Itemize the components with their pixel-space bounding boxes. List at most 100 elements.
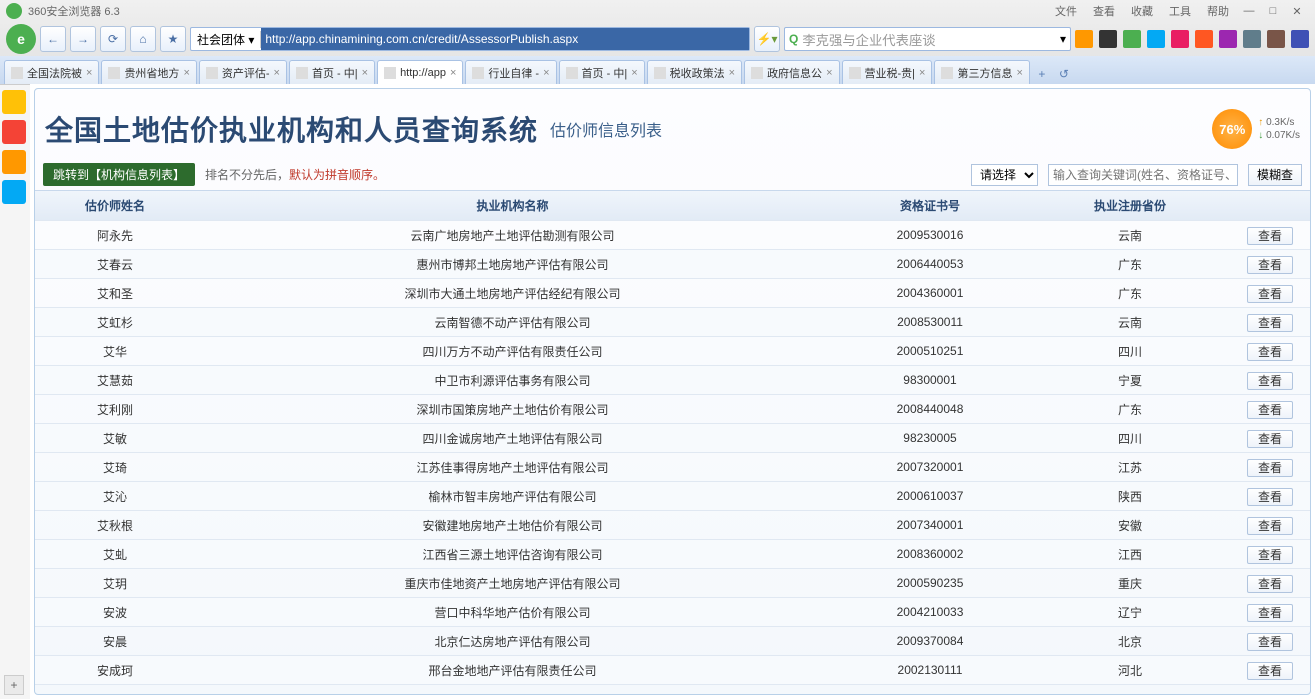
- tab-close-icon[interactable]: ×: [543, 67, 549, 79]
- col-header-name: 估价师姓名: [35, 197, 195, 214]
- search-mic-icon[interactable]: ▾: [1060, 32, 1066, 46]
- view-button[interactable]: 查看: [1247, 227, 1293, 245]
- view-button[interactable]: 查看: [1247, 546, 1293, 564]
- url-input[interactable]: [261, 28, 749, 50]
- tab-close-icon[interactable]: ×: [1016, 67, 1022, 79]
- view-button[interactable]: 查看: [1247, 488, 1293, 506]
- menu-收藏[interactable]: 收藏: [1131, 6, 1153, 18]
- extension-icon-5[interactable]: [1195, 30, 1213, 48]
- window-close-button[interactable]: ✕: [1285, 5, 1309, 18]
- table-header-row: 估价师姓名 执业机构名称 资格证书号 执业注册省份: [35, 191, 1310, 221]
- browser-tab-5[interactable]: 行业自律 -×: [465, 60, 556, 84]
- cell-prov: 宁夏: [1030, 372, 1230, 389]
- tab-close-icon[interactable]: ×: [729, 67, 735, 79]
- cell-org: 云南广地房地产土地评估勘测有限公司: [195, 227, 830, 244]
- browser-tab-7[interactable]: 税收政策法×: [647, 60, 742, 84]
- dock-item-3[interactable]: [2, 180, 26, 204]
- browser-search-input[interactable]: [802, 32, 1060, 47]
- url-go-button[interactable]: ⚡▾: [754, 26, 780, 52]
- cell-cert: 2006440053: [830, 257, 1030, 271]
- new-tab-button[interactable]: +: [1032, 64, 1052, 84]
- cell-org: 中卫市利源评估事务有限公司: [195, 372, 830, 389]
- table-row: 艾春云惠州市博邦土地房地产评估有限公司2006440053广东查看: [35, 250, 1310, 279]
- extension-icon-6[interactable]: [1219, 30, 1237, 48]
- tab-close-icon[interactable]: ×: [274, 67, 280, 79]
- filter-select[interactable]: 请选择: [971, 164, 1038, 186]
- nav-back-button[interactable]: ←: [40, 26, 66, 52]
- browser-tab-6[interactable]: 首页 - 中|×: [559, 60, 645, 84]
- nav-home-button[interactable]: ⌂: [130, 26, 156, 52]
- view-button[interactable]: 查看: [1247, 285, 1293, 303]
- dock-item-0[interactable]: [2, 90, 26, 114]
- extension-icon-4[interactable]: [1171, 30, 1189, 48]
- browser-tab-10[interactable]: 第三方信息×: [934, 60, 1029, 84]
- cell-cert: 2007320001: [830, 460, 1030, 474]
- view-button[interactable]: 查看: [1247, 575, 1293, 593]
- view-button[interactable]: 查看: [1247, 372, 1293, 390]
- tab-label: 资产评估-: [222, 65, 270, 81]
- menu-帮助[interactable]: 帮助: [1207, 6, 1229, 18]
- browser-tab-2[interactable]: 资产评估- ×: [199, 60, 287, 84]
- view-button[interactable]: 查看: [1247, 662, 1293, 680]
- view-button[interactable]: 查看: [1247, 459, 1293, 477]
- view-button[interactable]: 查看: [1247, 401, 1293, 419]
- tab-label: 政府信息公: [767, 65, 822, 81]
- search-engine-icon[interactable]: Q: [789, 32, 798, 46]
- view-button[interactable]: 查看: [1247, 604, 1293, 622]
- tab-close-icon[interactable]: ×: [919, 67, 925, 79]
- extension-icon-9[interactable]: [1291, 30, 1309, 48]
- keyword-search-input[interactable]: [1048, 164, 1238, 186]
- nav-refresh-button[interactable]: ⟳: [100, 26, 126, 52]
- browser-tab-4[interactable]: http://app ×: [377, 60, 463, 84]
- tab-close-icon[interactable]: ×: [450, 67, 456, 79]
- jump-to-org-button[interactable]: 跳转到【机构信息列表】: [43, 163, 195, 186]
- tab-label: http://app: [400, 67, 446, 79]
- view-button[interactable]: 查看: [1247, 633, 1293, 651]
- tab-close-icon[interactable]: ×: [826, 67, 832, 79]
- cell-prov: 广东: [1030, 256, 1230, 273]
- nav-forward-button[interactable]: →: [70, 26, 96, 52]
- dock-item-1[interactable]: [2, 120, 26, 144]
- view-button[interactable]: 查看: [1247, 343, 1293, 361]
- extension-icon-7[interactable]: [1243, 30, 1261, 48]
- dock-item-2[interactable]: [2, 150, 26, 174]
- table-row: 艾利刚深圳市国策房地产土地估价有限公司2008440048广东查看: [35, 395, 1310, 424]
- tab-favicon-icon: [472, 67, 484, 79]
- extension-icon-8[interactable]: [1267, 30, 1285, 48]
- view-button[interactable]: 查看: [1247, 256, 1293, 274]
- browser-tab-1[interactable]: 贵州省地方×: [101, 60, 196, 84]
- window-maximize-button[interactable]: □: [1261, 5, 1285, 17]
- extension-icon-1[interactable]: [1099, 30, 1117, 48]
- menu-文件[interactable]: 文件: [1055, 6, 1077, 18]
- url-category-dropdown[interactable]: 社会团体 ▾: [191, 31, 261, 48]
- browser-tab-0[interactable]: 全国法院被×: [4, 60, 99, 84]
- tab-close-icon[interactable]: ×: [86, 67, 92, 79]
- cell-cert: 2000510251: [830, 344, 1030, 358]
- status-bar-add-button[interactable]: +: [4, 675, 24, 695]
- browser-tab-9[interactable]: 营业税-贵|×: [842, 60, 933, 84]
- table-row: 艾虬江西省三源土地评估咨询有限公司2008360002江西查看: [35, 540, 1310, 569]
- menu-查看[interactable]: 查看: [1093, 6, 1115, 18]
- fuzzy-search-button[interactable]: 模糊查: [1248, 164, 1302, 186]
- tab-close-icon[interactable]: ×: [631, 67, 637, 79]
- cell-org: 四川金诚房地产土地评估有限公司: [195, 430, 830, 447]
- cell-org: 北京仁达房地产评估有限公司: [195, 633, 830, 650]
- tab-close-icon[interactable]: ×: [183, 67, 189, 79]
- browser-tab-3[interactable]: 首页 - 中|×: [289, 60, 375, 84]
- extension-icon-2[interactable]: [1123, 30, 1141, 48]
- view-button[interactable]: 查看: [1247, 430, 1293, 448]
- menu-工具[interactable]: 工具: [1169, 6, 1191, 18]
- extension-icon-3[interactable]: [1147, 30, 1165, 48]
- extension-icon-0[interactable]: [1075, 30, 1093, 48]
- tab-restore-button[interactable]: ↺: [1054, 64, 1074, 84]
- nav-favorite-button[interactable]: ★: [160, 26, 186, 52]
- browser-logo-large-icon: e: [6, 24, 36, 54]
- view-button[interactable]: 查看: [1247, 314, 1293, 332]
- cell-org: 营口中科华地产估价有限公司: [195, 604, 830, 621]
- network-percent-badge[interactable]: 76%: [1212, 109, 1252, 149]
- cell-prov: 河北: [1030, 662, 1230, 679]
- window-minimize-button[interactable]: —: [1237, 5, 1261, 17]
- tab-close-icon[interactable]: ×: [362, 67, 368, 79]
- browser-tab-8[interactable]: 政府信息公 ×: [744, 60, 839, 84]
- view-button[interactable]: 查看: [1247, 517, 1293, 535]
